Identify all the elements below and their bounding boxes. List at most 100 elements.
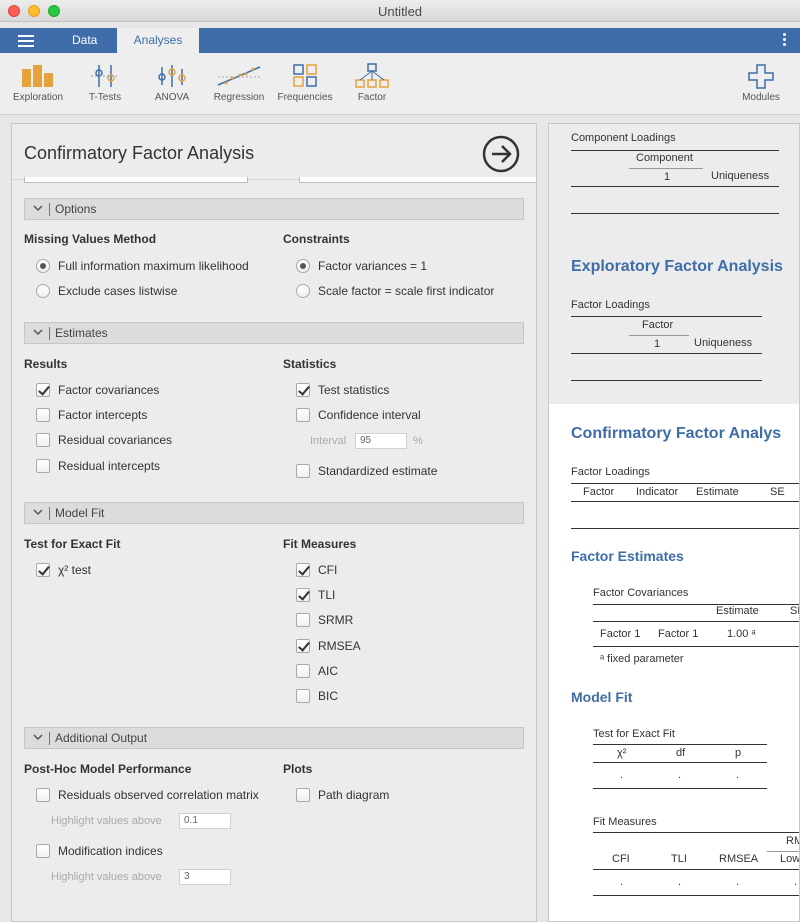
fl-col-factor: Factor xyxy=(583,486,615,498)
check-aic-box[interactable] xyxy=(296,664,310,678)
check-standardized-estimate-box[interactable] xyxy=(296,464,310,478)
highlight-residuals-input[interactable]: 0.1 xyxy=(179,813,231,829)
check-modification-indices-box[interactable] xyxy=(36,844,50,858)
ef-col-p: p xyxy=(735,747,742,759)
radio-fiml-control[interactable] xyxy=(36,259,50,273)
radio-scale-factor-control[interactable] xyxy=(296,284,310,298)
posthoc-heading: Post-Hoc Model Performance xyxy=(24,762,192,776)
check-srmr-label: SRMR xyxy=(318,613,354,627)
exact-fit-title: Test for Exact Fit xyxy=(593,728,675,740)
fc-row-factor2: Factor 1 xyxy=(658,628,699,640)
exploration-icon xyxy=(22,65,53,87)
check-residual-intercepts-label: Residual intercepts xyxy=(58,459,161,473)
check-standardized-estimate-label: Standardized estimate xyxy=(318,464,438,478)
check-cfi-box[interactable] xyxy=(296,563,310,577)
radio-listwise-label: Exclude cases listwise xyxy=(58,284,178,298)
main-tab-bar: Data Analyses xyxy=(0,28,800,53)
section-options[interactable]: Options xyxy=(24,198,524,220)
fm-val-rmsea: . xyxy=(736,876,740,888)
check-confidence-interval-label: Confidence interval xyxy=(318,408,421,422)
section-additional-output-label: Additional Output xyxy=(55,731,148,745)
results-heading: Results xyxy=(24,357,68,371)
ribbon-factor-button[interactable]: Factor xyxy=(352,63,392,103)
ribbon-frequencies-label: Frequencies xyxy=(277,92,333,103)
section-additional-output[interactable]: Additional Output xyxy=(24,727,524,749)
check-factor-intercepts-box[interactable] xyxy=(36,408,50,422)
ribbon-modules-button[interactable]: Modules xyxy=(738,63,784,103)
check-residuals-matrix-label: Residuals observed correlation matrix xyxy=(58,788,259,802)
check-factor-intercepts-label: Factor intercepts xyxy=(58,408,148,422)
component-loadings-title: Component Loadings xyxy=(571,132,676,144)
chevron-down-icon xyxy=(33,205,43,212)
tab-data[interactable]: Data xyxy=(72,28,97,53)
fl-col-estimate: Estimate xyxy=(696,486,739,498)
ribbon-anova-button[interactable]: ANOVA xyxy=(150,63,194,103)
ef-val-chi: . xyxy=(620,769,624,781)
exact-fit-heading: Test for Exact Fit xyxy=(24,537,121,551)
ribbon-exploration-button[interactable]: Exploration xyxy=(12,63,64,103)
check-residuals-matrix-box[interactable] xyxy=(36,788,50,802)
check-test-statistics-label: Test statistics xyxy=(318,383,390,397)
check-residual-intercepts-box[interactable] xyxy=(36,459,50,473)
section-estimates-label: Estimates xyxy=(55,326,108,340)
more-options-icon[interactable] xyxy=(783,33,786,48)
factor-one-header: 1 xyxy=(654,338,661,350)
fc-row-factor1: Factor 1 xyxy=(600,628,641,640)
fm-col-lower: Low xyxy=(780,853,800,865)
check-path-diagram-label: Path diagram xyxy=(318,788,390,802)
ribbon-regression-button[interactable]: Regression xyxy=(212,63,266,103)
chevron-down-icon xyxy=(33,329,43,336)
ribbon-modules-label: Modules xyxy=(742,92,780,103)
fc-row-estimate: 1.00 ᵃ xyxy=(727,628,756,640)
variable-list-right[interactable] xyxy=(299,177,536,183)
modules-icon xyxy=(748,64,774,89)
highlight-modind-input[interactable]: 3 xyxy=(179,869,231,885)
section-estimates[interactable]: Estimates xyxy=(24,322,524,344)
missing-values-heading: Missing Values Method xyxy=(24,232,157,246)
check-bic-box[interactable] xyxy=(296,689,310,703)
highlight-residuals-label: Highlight values above xyxy=(51,815,162,827)
tab-analyses[interactable]: Analyses xyxy=(117,28,199,53)
check-tli-box[interactable] xyxy=(296,588,310,602)
analyses-ribbon: Exploration T-Tests ANOVA Regression Fre… xyxy=(0,53,800,115)
ribbon-ttests-button[interactable]: T-Tests xyxy=(82,63,128,103)
check-confidence-interval-box[interactable] xyxy=(296,408,310,422)
check-chi-square-test-box[interactable] xyxy=(36,563,50,577)
radio-listwise-control[interactable] xyxy=(36,284,50,298)
ribbon-anova-label: ANOVA xyxy=(154,92,190,103)
check-path-diagram-box[interactable] xyxy=(296,788,310,802)
ribbon-frequencies-button[interactable]: Frequencies xyxy=(276,63,334,103)
check-factor-covariances-label: Factor covariances xyxy=(58,383,160,397)
fm-col-cfi: CFI xyxy=(612,853,630,865)
fm-val-tli: . xyxy=(678,876,682,888)
statistics-heading: Statistics xyxy=(283,357,337,371)
panel-title: Confirmatory Factor Analysis xyxy=(24,143,255,163)
check-factor-covariances-box[interactable] xyxy=(36,383,50,397)
interval-input[interactable]: 95 xyxy=(355,433,407,449)
check-tli-label: TLI xyxy=(318,588,336,602)
check-rmsea-box[interactable] xyxy=(296,639,310,653)
check-srmr-box[interactable] xyxy=(296,613,310,627)
fit-measures-title: Fit Measures xyxy=(593,816,657,828)
fc-footnote: ᵃ fixed parameter xyxy=(600,653,684,665)
check-test-statistics-box[interactable] xyxy=(296,383,310,397)
fm-col-rmsea: RMSEA xyxy=(719,853,759,865)
fm-val-lower: . xyxy=(794,876,798,888)
window-title: Untitled xyxy=(377,4,423,19)
ribbon-exploration-label: Exploration xyxy=(12,92,64,103)
section-model-fit[interactable]: Model Fit xyxy=(24,502,524,524)
cfa-heading: Confirmatory Factor Analys xyxy=(571,425,782,442)
run-arrow-icon[interactable] xyxy=(482,135,520,173)
hamburger-menu-icon[interactable] xyxy=(18,35,34,47)
variable-list-left[interactable] xyxy=(24,177,248,183)
chevron-down-icon xyxy=(33,509,43,516)
factor-estimates-heading: Factor Estimates xyxy=(571,548,684,564)
section-options-label: Options xyxy=(55,202,97,216)
ef-col-chi: χ² xyxy=(617,747,627,759)
check-residual-covariances-box[interactable] xyxy=(36,433,50,447)
ef-col-df: df xyxy=(676,747,686,759)
uniqueness-header-2: Uniqueness xyxy=(694,337,753,349)
radio-factor-variances-control[interactable] xyxy=(296,259,310,273)
radio-scale-factor-label: Scale factor = scale first indicator xyxy=(318,284,495,298)
check-rmsea-label: RMSEA xyxy=(318,639,361,653)
